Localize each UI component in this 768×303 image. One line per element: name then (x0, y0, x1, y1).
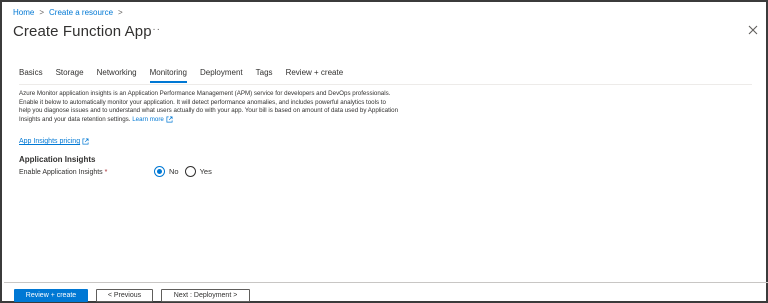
breadcrumb-create-resource-link[interactable]: Create a resource (49, 8, 113, 17)
learn-more-label: Learn more (132, 115, 164, 123)
tab-networking[interactable]: Networking (97, 68, 137, 83)
tab-monitoring[interactable]: Monitoring (149, 68, 188, 83)
enable-app-insights-radio-group: No Yes (154, 166, 218, 177)
description-text: Azure Monitor application insights is an… (19, 90, 399, 123)
more-options-icon[interactable]: ··· (148, 24, 161, 35)
monitoring-description: Azure Monitor application insights is an… (19, 90, 399, 125)
radio-no-label: No (169, 167, 179, 176)
learn-more-link[interactable]: Learn more (132, 115, 173, 123)
tab-tags[interactable]: Tags (256, 68, 273, 83)
breadcrumb-separator: > (118, 8, 123, 17)
radio-yes-label: Yes (199, 167, 212, 176)
breadcrumb-separator: > (39, 8, 45, 17)
radio-yes[interactable]: Yes (184, 166, 212, 177)
external-link-icon (166, 116, 173, 123)
review-create-button[interactable]: Review + create (14, 289, 88, 302)
app-insights-pricing-link[interactable]: App Insights pricing (19, 138, 89, 145)
breadcrumb: Home > Create a resource > (13, 8, 123, 17)
portal-frame: Home > Create a resource > Create Functi… (0, 0, 768, 303)
tab-deployment[interactable]: Deployment (200, 68, 243, 83)
external-link-icon (82, 138, 89, 145)
next-deployment-button[interactable]: Next : Deployment > (161, 289, 250, 302)
required-indicator: * (104, 169, 108, 176)
pricing-label: App Insights pricing (19, 138, 81, 145)
previous-button[interactable]: < Previous (96, 289, 153, 302)
enable-app-insights-label: Enable Application Insights * (19, 169, 107, 176)
field-label-text: Enable Application Insights (19, 169, 103, 176)
tab-divider (19, 84, 752, 85)
page-title: Create Function App (13, 23, 152, 40)
breadcrumb-home-link[interactable]: Home (13, 8, 34, 17)
close-icon[interactable] (747, 24, 759, 36)
footer-divider (4, 282, 768, 283)
tab-review-create[interactable]: Review + create (286, 68, 344, 83)
radio-yes-circle[interactable] (184, 166, 196, 177)
tab-bar: Basics Storage Networking Monitoring Dep… (19, 68, 356, 83)
radio-no-circle[interactable] (154, 166, 165, 177)
tab-basics[interactable]: Basics (19, 68, 43, 83)
section-title-application-insights: Application Insights (19, 155, 96, 164)
tab-storage[interactable]: Storage (56, 68, 84, 83)
radio-no[interactable]: No (154, 166, 179, 177)
